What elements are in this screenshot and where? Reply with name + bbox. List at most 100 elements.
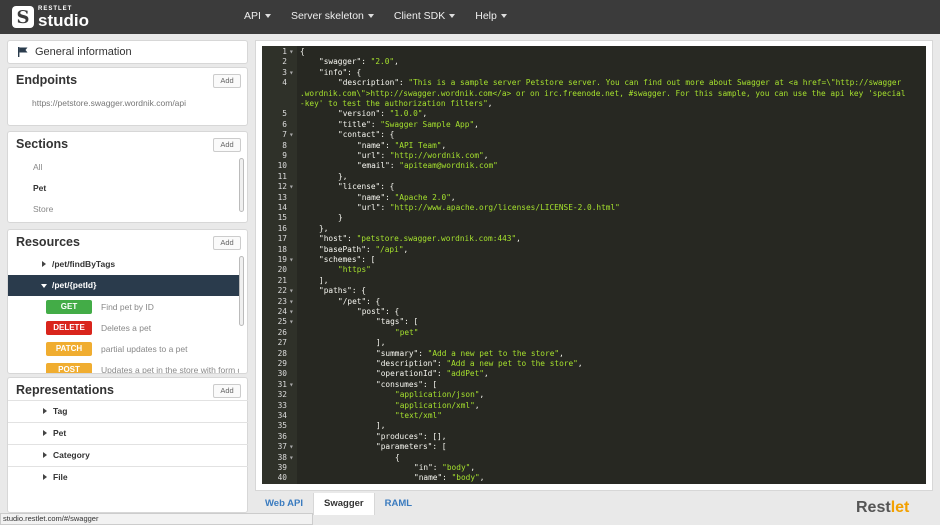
code-token: },: [319, 223, 329, 233]
line-number: 32: [277, 390, 287, 400]
code-line: 39 "in": "body",: [262, 463, 926, 473]
code-string: "addPet": [446, 369, 484, 379]
code-token: {: [395, 452, 400, 462]
section-item-all[interactable]: All: [33, 162, 42, 172]
code-string: -key' to test the authorization filters": [300, 99, 488, 108]
sections-scrollbar[interactable]: [239, 158, 244, 212]
method-row-get[interactable]: GET Find pet by ID: [8, 297, 241, 318]
add-section-button[interactable]: Add: [213, 138, 241, 152]
code-token: "paths": {: [319, 286, 366, 296]
nav-help-menu[interactable]: Help: [475, 0, 507, 34]
add-resource-button[interactable]: Add: [213, 236, 241, 250]
fold-toggle-icon[interactable]: ▾: [289, 442, 294, 452]
code-token: "license": {: [338, 182, 395, 192]
restlet-studio-logo[interactable]: S RESTLET studio: [12, 4, 89, 30]
add-representation-button[interactable]: Add: [213, 384, 241, 398]
fold-toggle-icon[interactable]: ▾: [289, 453, 294, 463]
representation-item-category[interactable]: Category: [8, 444, 248, 466]
method-badge-delete[interactable]: DELETE: [46, 321, 92, 335]
code-token: "host":: [319, 234, 357, 244]
fold-toggle-icon[interactable]: ▾: [289, 297, 294, 307]
method-badge-post[interactable]: POST: [46, 363, 92, 373]
caret-down-icon: [367, 14, 374, 19]
code-line: 36 "produces": [],: [262, 432, 926, 442]
code-token: ,: [559, 348, 564, 358]
code-text: {: [395, 453, 400, 463]
code-line: .wordnik.com\">http://swagger.wordnik.co…: [262, 89, 926, 99]
code-token: "title":: [338, 119, 381, 129]
code-text: "https": [338, 265, 371, 275]
line-number: 34: [277, 411, 287, 420]
code-token: ,: [403, 244, 409, 254]
representation-item-pet[interactable]: Pet: [8, 422, 248, 444]
line-number: 20: [277, 265, 287, 275]
line-number: 37: [277, 442, 287, 452]
fold-toggle-icon[interactable]: ▾: [289, 47, 294, 57]
line-number: 9: [282, 151, 287, 160]
code-string: "Add a new pet to the store": [446, 359, 578, 368]
tab-web-api[interactable]: Web API: [255, 493, 313, 515]
fold-toggle-icon[interactable]: ▾: [289, 255, 294, 265]
fold-toggle-icon[interactable]: ▾: [289, 286, 294, 296]
line-number: 39: [277, 463, 287, 472]
caret-down-icon: [449, 14, 456, 19]
logo-big-text: studio: [38, 10, 89, 30]
code-text: "url": "http://wordnik.com",: [357, 151, 488, 161]
resource-item-findbytags[interactable]: /pet/findByTags: [8, 254, 241, 275]
code-token: {: [300, 47, 305, 56]
resources-scrollbar[interactable]: [239, 256, 244, 326]
method-row-delete[interactable]: DELETE Deletes a pet: [8, 318, 241, 339]
method-badge-patch[interactable]: PATCH: [46, 342, 92, 356]
swagger-code-editor[interactable]: 1 ▾{2 "swagger": "2.0", 3 ▾ "info": {4 "descri…: [262, 46, 926, 484]
fold-toggle-icon[interactable]: ▾: [289, 380, 294, 390]
code-text: ],: [319, 276, 328, 286]
method-badge-get[interactable]: GET: [46, 300, 92, 314]
code-line: 21],: [262, 276, 926, 286]
code-text: ],: [376, 421, 385, 431]
fold-toggle-icon[interactable]: ▾: [289, 317, 294, 327]
code-line: 15}: [262, 213, 926, 223]
code-string: "2.0": [370, 57, 395, 67]
fold-toggle-icon[interactable]: ▾: [289, 68, 294, 78]
nav-api-menu[interactable]: API: [244, 0, 271, 34]
logo-text: RESTLET studio: [38, 6, 89, 29]
code-text: "paths": {: [319, 286, 366, 296]
fold-toggle-icon[interactable]: ▾: [289, 307, 294, 317]
fold-toggle-icon[interactable]: ▾: [289, 130, 294, 140]
fold-toggle-icon[interactable]: ▾: [289, 182, 294, 192]
line-number: 15: [277, 213, 287, 223]
representation-item-file[interactable]: File: [8, 466, 248, 488]
triangle-down-icon: [41, 284, 47, 288]
tab-raml[interactable]: RAML: [375, 493, 422, 515]
nav-server-skeleton-menu[interactable]: Server skeleton: [291, 0, 374, 34]
code-line: 26 "pet": [262, 328, 926, 338]
code-line: 5 "version": "1.0.0",: [262, 109, 926, 119]
method-row-post[interactable]: POST Updates a pet in the store with for…: [8, 360, 241, 373]
code-text: "swagger": "2.0",: [319, 57, 399, 67]
add-endpoint-button[interactable]: Add: [213, 74, 241, 88]
code-line: 16},: [262, 224, 926, 234]
code-line: 38 ▾ {: [262, 453, 926, 463]
flag-icon: [18, 47, 28, 57]
line-number: 6: [282, 119, 287, 129]
code-token: "parameters": [: [376, 442, 447, 452]
code-line: 20 "https": [262, 265, 926, 275]
code-text: "url": "http://www.apache.org/licenses/L…: [357, 203, 620, 213]
section-item-pet[interactable]: Pet: [33, 183, 46, 193]
code-line: 30 "operationId": "addPet",: [262, 369, 926, 379]
code-line: 12 ▾ "license": {: [262, 182, 926, 192]
section-item-store[interactable]: Store: [33, 204, 53, 214]
tab-swagger[interactable]: Swagger: [313, 493, 375, 515]
representation-item-tag[interactable]: Tag: [8, 400, 248, 422]
code-string: "This is a sample server Petstore server…: [408, 78, 902, 88]
method-row-patch[interactable]: PATCH partial updates to a pet: [8, 339, 241, 360]
endpoint-url[interactable]: https://petstore.swagger.wordnik.com/api: [32, 98, 186, 108]
code-line: 17 "host": "petstore.swagger.wordnik.com:…: [262, 234, 926, 244]
nav-client-sdk-menu[interactable]: Client SDK: [394, 0, 456, 34]
code-line: 8 "name": "API Team",: [262, 141, 926, 151]
general-information-item[interactable]: General information: [7, 40, 248, 64]
representation-label: File: [53, 472, 68, 482]
code-token: ,: [577, 359, 583, 368]
resource-item-petid[interactable]: /pet/{petId}: [8, 275, 241, 296]
code-token: ,: [450, 192, 456, 202]
